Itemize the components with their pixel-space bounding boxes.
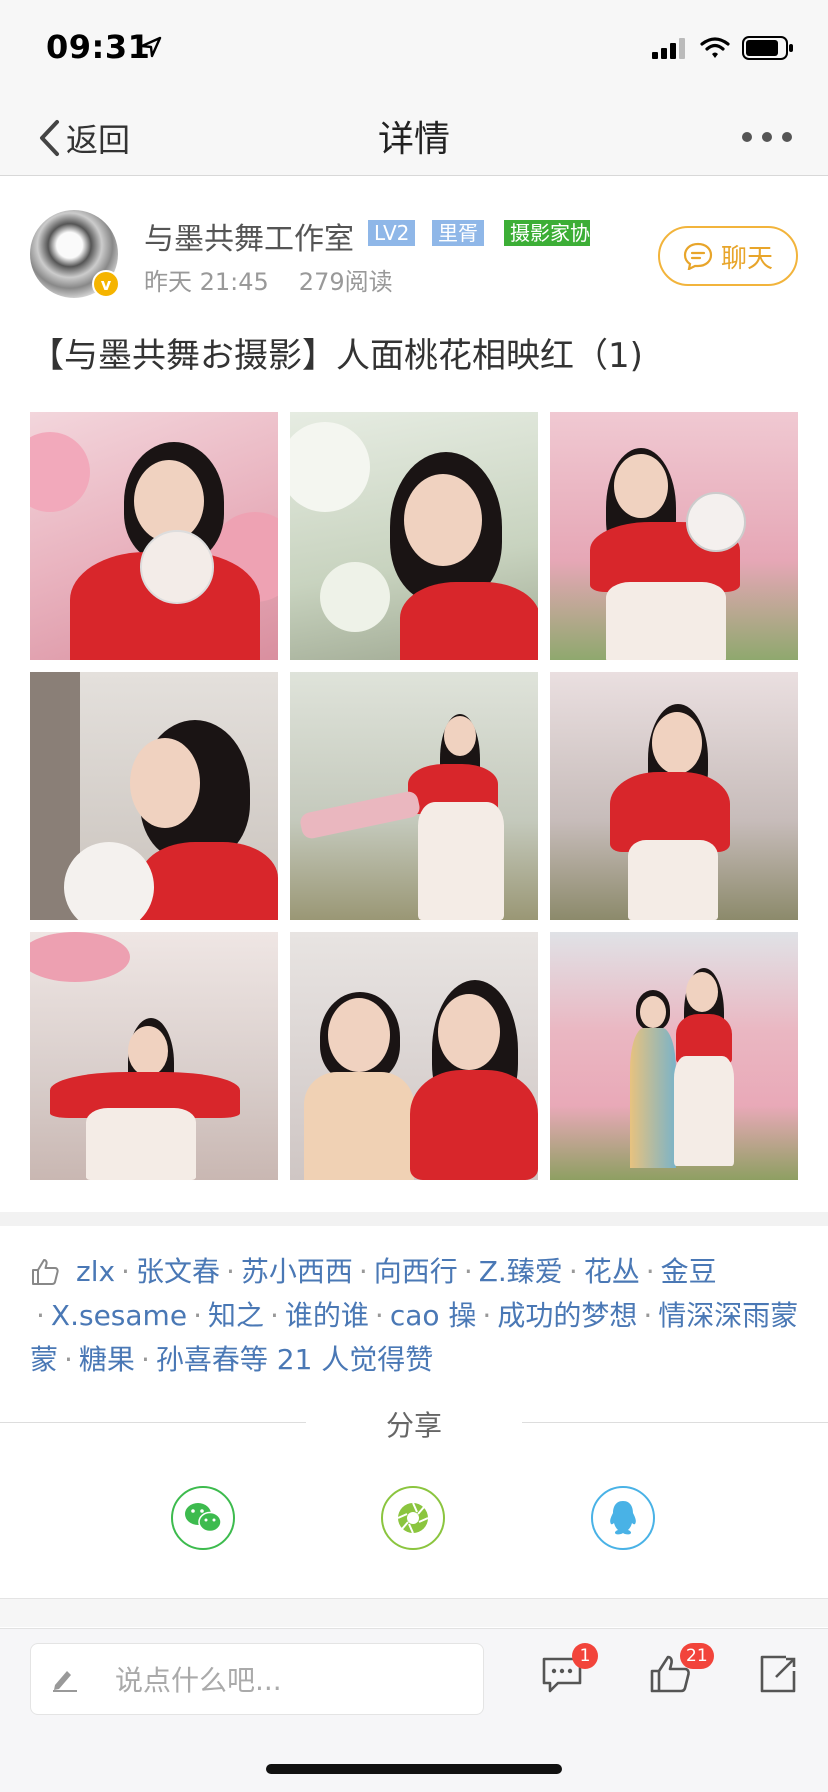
liker-name[interactable]: 成功的梦想 xyxy=(497,1299,637,1332)
liker-name[interactable]: 孙喜春 xyxy=(156,1343,240,1376)
comment-input[interactable]: 说点什么吧... xyxy=(30,1643,484,1715)
thumbs-up-icon xyxy=(32,1259,59,1285)
separator-dot: · xyxy=(64,1343,73,1376)
qq-icon xyxy=(610,1501,636,1535)
separator-dot: · xyxy=(358,1255,368,1288)
more-dot xyxy=(742,132,752,142)
liker-name[interactable]: 知之 xyxy=(208,1299,264,1332)
liker-name[interactable]: 张文春 xyxy=(136,1255,220,1288)
liker-name[interactable]: 花丛 xyxy=(584,1255,640,1288)
page-title: 详情 xyxy=(377,119,450,160)
comment-count-badge: 1 xyxy=(572,1643,598,1669)
photo-thumbnail[interactable] xyxy=(290,932,538,1180)
like-button[interactable]: 21 xyxy=(648,1643,714,1705)
separator-dot: · xyxy=(225,1255,235,1288)
separator-dot: · xyxy=(140,1343,150,1376)
liker-name[interactable]: 糖果 xyxy=(79,1343,135,1376)
chat-bubble-icon xyxy=(683,242,713,270)
photo-thumbnail[interactable] xyxy=(30,932,278,1180)
photo-thumbnail[interactable] xyxy=(290,412,538,660)
separator-dot: · xyxy=(193,1299,202,1332)
separator-dot: · xyxy=(36,1299,45,1332)
photo-thumbnail[interactable] xyxy=(30,672,278,920)
wechat-icon xyxy=(185,1503,222,1533)
separator-dot: · xyxy=(269,1299,279,1332)
moments-icon xyxy=(397,1502,429,1534)
chat-label: 聊天 xyxy=(720,243,773,274)
more-dot xyxy=(762,132,772,142)
pencil-icon xyxy=(53,1671,77,1692)
comments-button[interactable]: 1 xyxy=(540,1643,598,1705)
location-arrow-icon xyxy=(140,36,162,58)
liker-name[interactable]: zlx xyxy=(76,1255,115,1288)
photo-thumbnail[interactable] xyxy=(290,672,538,920)
liker-name[interactable]: 苏小西西 xyxy=(241,1255,353,1288)
share-title: 分享 xyxy=(385,1409,442,1442)
separator-dot: · xyxy=(374,1299,384,1332)
section-divider xyxy=(0,1212,828,1226)
author-name[interactable]: 与墨共舞工作室 xyxy=(144,214,354,258)
screen: 09:31 返回 详情 v 与墨共舞工作室 LV2 里胥 摄影家协 昨天 21:… xyxy=(0,0,828,1792)
status-icons xyxy=(652,36,794,60)
share-targets xyxy=(0,1486,828,1550)
share-button[interactable] xyxy=(756,1653,808,1705)
separator-dot: · xyxy=(643,1299,653,1332)
likes-suffix: 等 21 人觉得赞 xyxy=(239,1343,434,1376)
photo-grid xyxy=(30,412,798,1180)
post-title: 【与墨共舞お摄影】人面桃花相映红（1) xyxy=(30,336,643,376)
separator-dot: · xyxy=(482,1299,492,1332)
liker-name[interactable]: Z.臻爱 xyxy=(479,1255,563,1288)
separator-dot: · xyxy=(568,1255,578,1288)
role-tag: 里胥 xyxy=(432,220,484,246)
like-count-badge: 21 xyxy=(680,1643,714,1669)
likes-list: zlx · 张文春 · 苏小西西 · 向西行 · Z.臻爱 · 花丛 · 金豆· X.sesame · 知之 ·… xyxy=(30,1250,800,1382)
share-qq-button[interactable] xyxy=(591,1486,655,1550)
post-time: 昨天 21:45 xyxy=(144,268,269,296)
more-dot xyxy=(782,132,792,142)
separator-dot: · xyxy=(121,1255,130,1288)
more-options-button[interactable] xyxy=(742,122,792,152)
share-moments-button[interactable] xyxy=(381,1486,445,1550)
liker-name[interactable]: 谁的谁 xyxy=(285,1299,369,1332)
status-bar: 09:31 xyxy=(0,0,828,100)
battery-icon xyxy=(742,36,793,60)
avatar[interactable]: v xyxy=(30,210,120,298)
share-arrow-icon xyxy=(760,1655,796,1693)
photo-thumbnail[interactable] xyxy=(550,412,798,660)
share-wechat-button[interactable] xyxy=(171,1486,235,1550)
bottom-gap xyxy=(0,1599,828,1627)
association-tag: 摄影家协 xyxy=(504,220,590,246)
home-indicator xyxy=(266,1764,562,1774)
nav-bar: 返回 详情 xyxy=(0,100,828,176)
separator-dot: · xyxy=(463,1255,473,1288)
liker-name[interactable]: 金豆 xyxy=(661,1255,717,1288)
status-time: 09:31 xyxy=(46,28,151,66)
separator-dot: · xyxy=(645,1255,655,1288)
wifi-icon xyxy=(700,37,730,58)
photo-thumbnail[interactable] xyxy=(550,932,798,1180)
photo-thumbnail[interactable] xyxy=(30,412,278,660)
level-tag: LV2 xyxy=(368,220,416,246)
comment-placeholder: 说点什么吧... xyxy=(115,1664,282,1697)
signal-icon xyxy=(652,38,685,59)
chat-button[interactable]: 聊天 xyxy=(658,226,798,286)
read-count: 279阅读 xyxy=(298,268,393,296)
post-meta: 昨天 21:45 279阅读 xyxy=(144,262,393,297)
liker-name[interactable]: 向西行 xyxy=(374,1255,458,1288)
liker-name[interactable]: X.sesame xyxy=(51,1299,187,1332)
verified-badge-icon: v xyxy=(92,270,120,298)
photo-thumbnail[interactable] xyxy=(550,672,798,920)
author-row: v 与墨共舞工作室 LV2 里胥 摄影家协 昨天 21:45 279阅读 聊天 xyxy=(0,176,828,306)
liker-name[interactable]: cao 操 xyxy=(390,1299,477,1332)
